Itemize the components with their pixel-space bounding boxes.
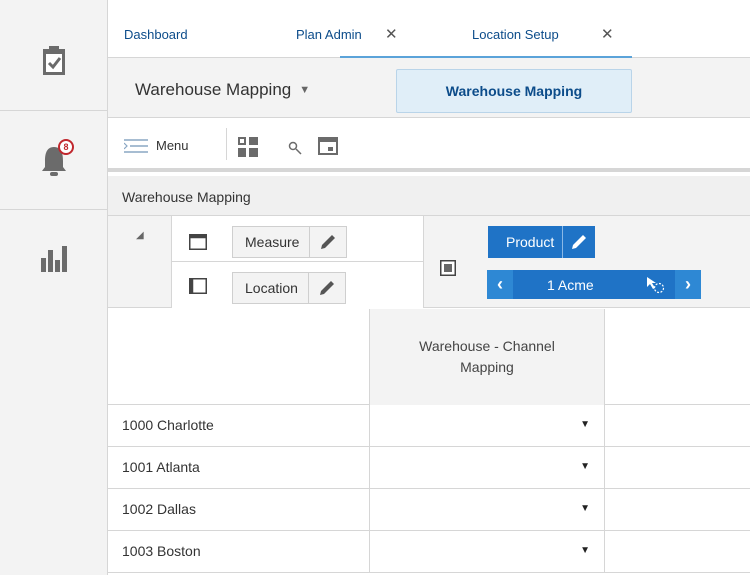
tab-dashboard[interactable]: Dashboard (124, 27, 188, 42)
view-select-value: Warehouse Mapping (135, 80, 292, 99)
tab-location-setup[interactable]: Location Setup ✕ (472, 26, 614, 43)
page-layout-icon (440, 260, 456, 276)
location-layout-icon (189, 278, 207, 294)
pivot-layout-icon[interactable] (238, 137, 258, 157)
clipboard-check-icon (43, 45, 65, 75)
row-label: 1001 Atlanta (122, 459, 200, 475)
notification-badge: 8 (58, 139, 74, 155)
edit-pencil-icon[interactable] (309, 273, 345, 303)
measure-layout-icon (189, 234, 207, 250)
tab-bar (108, 0, 750, 58)
page-value: 1 Acme (547, 276, 594, 293)
location-dimension-chip[interactable]: Location (232, 272, 346, 304)
rail-item-notifications[interactable]: 8 (0, 111, 108, 210)
mapping-dropdown-cell[interactable]: ▼ (369, 405, 605, 446)
rail-item-reports[interactable] (0, 210, 108, 308)
tab-label: Location Setup (472, 27, 559, 42)
toolbar (108, 118, 750, 172)
page-navigator: ‹ 1 Acme › (487, 270, 701, 299)
dropdown-arrow-icon[interactable]: ▼ (580, 461, 590, 472)
next-page-icon[interactable]: › (675, 270, 701, 299)
table-row: 1001 Atlanta ▼ (108, 447, 750, 489)
dimension-label: Product (488, 226, 564, 258)
view-button[interactable]: Warehouse Mapping (396, 69, 632, 113)
menu-label: Menu (156, 138, 189, 153)
rail-item-tasks[interactable] (0, 11, 108, 111)
search-icon[interactable] (288, 141, 302, 155)
row-label: 1000 Charlotte (122, 417, 214, 433)
caret-down-icon: ▼ (299, 84, 311, 96)
row-label: 1003 Boston (122, 543, 201, 559)
tab-plan-admin[interactable]: Plan Admin ✕ (296, 26, 398, 43)
dropdown-arrow-icon[interactable]: ▼ (580, 545, 590, 556)
table-row: 1000 Charlotte ▼ (108, 405, 750, 447)
mapping-dropdown-cell[interactable]: ▼ (369, 489, 605, 530)
left-rail: 8 (0, 0, 108, 575)
edit-pencil-icon[interactable] (563, 226, 595, 258)
divider (171, 261, 424, 262)
menu-icon (124, 138, 148, 153)
mapping-dropdown-cell[interactable]: ▼ (369, 447, 605, 488)
cursor-refresh-icon (647, 276, 665, 293)
tab-label: Dashboard (124, 27, 188, 42)
menu-button[interactable]: Menu (124, 138, 189, 153)
edit-pencil-icon[interactable] (310, 227, 346, 257)
view-select[interactable]: Warehouse Mapping ▼ (135, 80, 310, 100)
tab-label: Plan Admin (296, 27, 362, 42)
collapse-triangle-icon[interactable]: ◢ (136, 230, 144, 241)
bar-chart-icon (41, 246, 67, 272)
dropdown-arrow-icon[interactable]: ▼ (580, 419, 590, 430)
page-value-selector[interactable]: 1 Acme (513, 270, 675, 299)
close-icon[interactable]: ✕ (385, 25, 398, 43)
table-row: 1003 Boston ▼ (108, 531, 750, 573)
column-header: Warehouse - Channel Mapping (369, 309, 605, 405)
dimension-label: Location (233, 273, 309, 303)
panel-title: Warehouse Mapping (122, 189, 251, 205)
product-dimension-chip[interactable]: Product (488, 226, 596, 258)
table-row: 1002 Dallas ▼ (108, 489, 750, 531)
toolbar-divider (226, 128, 227, 160)
calendar-icon[interactable] (318, 137, 338, 155)
dimension-label: Measure (233, 227, 311, 257)
measure-dimension-chip[interactable]: Measure (232, 226, 348, 258)
dropdown-arrow-icon[interactable]: ▼ (580, 503, 590, 514)
mapping-dropdown-cell[interactable]: ▼ (369, 531, 605, 572)
close-icon[interactable]: ✕ (601, 25, 614, 43)
previous-page-icon[interactable]: ‹ (487, 270, 513, 299)
row-label: 1002 Dallas (122, 501, 196, 517)
